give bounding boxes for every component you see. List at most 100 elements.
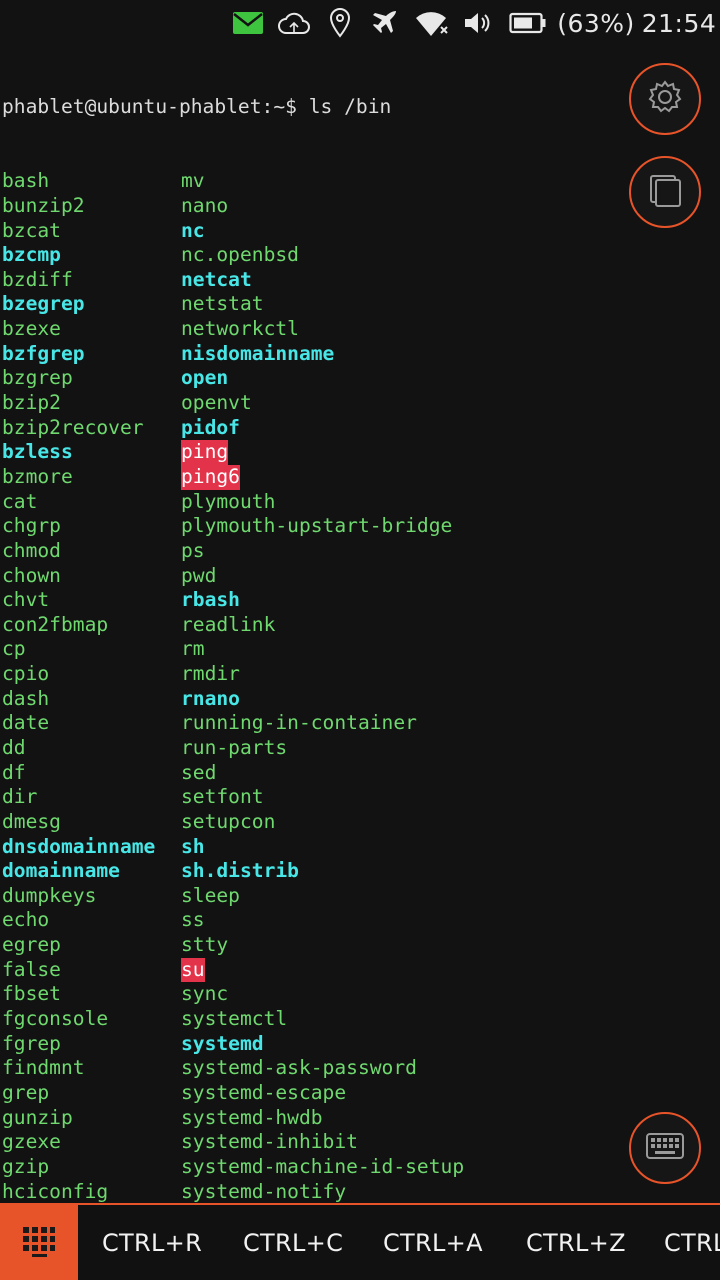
- terminal-output[interactable]: phablet@ubuntu-phablet:~$ ls /bin bash mv…: [2, 46, 718, 1276]
- file-entry: bzcat: [2, 218, 61, 242]
- status-bar: (63%) 21:54: [0, 0, 720, 46]
- file-entry: stty: [181, 933, 229, 957]
- airplane-icon: [368, 8, 400, 38]
- file-entry: rbash: [181, 588, 240, 612]
- file-entry: grep: [2, 1080, 50, 1104]
- windows-button[interactable]: [629, 156, 701, 228]
- ls-row: egrep stty: [2, 933, 718, 958]
- ls-row: dd run-parts: [2, 736, 718, 761]
- file-entry: dash: [2, 686, 50, 710]
- file-entry: sh.distrib: [181, 859, 299, 883]
- shortcut-ctrl-partial[interactable]: CTRL+: [664, 1205, 720, 1280]
- ls-row: grep systemd-escape: [2, 1081, 718, 1106]
- file-entry: bzfgrep: [2, 341, 85, 365]
- ls-row: bash mv: [2, 169, 718, 194]
- file-entry: egrep: [2, 933, 61, 957]
- file-entry: bzip2recover: [2, 415, 144, 439]
- location-icon: [327, 8, 353, 38]
- ls-row: dumpkeys sleep: [2, 884, 718, 909]
- file-entry: setupcon: [181, 809, 276, 833]
- battery-percentage: (63%): [557, 8, 635, 38]
- shortcut-ctrl-c[interactable]: CTRL+C: [243, 1205, 343, 1280]
- shortcut-ctrl-z[interactable]: CTRL+Z: [526, 1205, 626, 1280]
- file-entry: nc.openbsd: [181, 243, 299, 267]
- file-entry: running-in-container: [181, 711, 417, 735]
- gear-icon: [647, 79, 683, 119]
- file-entry: openvt: [181, 391, 252, 415]
- shortcut-ctrl-r[interactable]: CTRL+R: [102, 1205, 202, 1280]
- file-entry: dd: [2, 736, 26, 759]
- settings-button[interactable]: [629, 63, 701, 135]
- file-entry: systemd-inhibit: [181, 1130, 358, 1154]
- ls-row: df sed: [2, 761, 718, 786]
- ls-row: cat plymouth: [2, 490, 718, 515]
- file-entry: fbset: [2, 982, 61, 1006]
- file-entry: chown: [2, 563, 61, 587]
- file-entry: findmnt: [2, 1056, 85, 1080]
- file-entry: rm: [181, 637, 205, 661]
- file-entry: systemd-hwdb: [181, 1105, 323, 1129]
- file-entry: bzless: [2, 440, 73, 464]
- ls-row: hciconfig systemd-notify: [2, 1180, 718, 1205]
- file-entry: domainname: [2, 859, 120, 883]
- file-entry: pwd: [181, 563, 217, 587]
- ls-row: bzip2recover pidof: [2, 416, 718, 441]
- file-entry: systemd: [181, 1031, 264, 1055]
- file-entry: chgrp: [2, 514, 61, 538]
- file-entry: systemd-escape: [181, 1080, 347, 1104]
- file-entry: cat: [2, 489, 38, 513]
- shortcut-ctrl-a[interactable]: CTRL+A: [383, 1205, 483, 1280]
- file-entry: rmdir: [181, 662, 240, 686]
- file-entry: mv: [181, 169, 205, 193]
- ls-row: fgconsole systemctl: [2, 1007, 718, 1032]
- file-entry: dmesg: [2, 809, 61, 833]
- file-entry: sh: [181, 834, 205, 858]
- shortcut-menu-button[interactable]: [0, 1205, 78, 1280]
- ls-row: bzless ping: [2, 440, 718, 465]
- windows-icon: [647, 172, 683, 212]
- file-entry: dir: [2, 785, 38, 809]
- file-entry: systemctl: [181, 1007, 288, 1031]
- ls-row: domainname sh.distrib: [2, 859, 718, 884]
- ls-row: gzip systemd-machine-id-setup: [2, 1155, 718, 1180]
- file-entry: networkctl: [181, 317, 299, 341]
- ls-row: chvt rbash: [2, 588, 718, 613]
- file-entry: ps: [181, 538, 205, 562]
- file-entry: pidof: [181, 415, 240, 439]
- keyboard-button[interactable]: [629, 1112, 701, 1184]
- file-entry: bzegrep: [2, 292, 85, 316]
- file-entry: bzgrep: [2, 366, 73, 390]
- ls-row: dnsdomainname sh: [2, 835, 718, 860]
- file-entry: con2fbmap: [2, 612, 109, 636]
- file-entry: false: [2, 957, 61, 981]
- ls-row: con2fbmap readlink: [2, 613, 718, 638]
- clock: 21:54: [641, 8, 717, 38]
- ls-row: gunzip systemd-hwdb: [2, 1106, 718, 1131]
- ls-row: bzip2 openvt: [2, 391, 718, 416]
- file-entry: sync: [181, 982, 229, 1006]
- file-entry: bzexe: [2, 317, 61, 341]
- ls-row: findmnt systemd-ask-password: [2, 1056, 718, 1081]
- file-entry: date: [2, 711, 50, 735]
- ls-row: dir setfont: [2, 785, 718, 810]
- file-entry: netcat: [181, 267, 252, 291]
- ls-row: fbset sync: [2, 982, 718, 1007]
- file-entry: bzmore: [2, 464, 73, 488]
- file-entry: bzcmp: [2, 243, 61, 267]
- file-entry: cp: [2, 637, 26, 661]
- file-entry: nc: [181, 218, 205, 242]
- ls-row: bzgrep open: [2, 366, 718, 391]
- ls-listing: bash mv bunzip2 nano bzcat nc bzcmp nc.openbsd b…: [2, 169, 718, 1278]
- ls-row: dash rnano: [2, 687, 718, 712]
- keyboard-icon: [646, 1133, 684, 1163]
- file-entry: systemd-ask-password: [181, 1056, 417, 1080]
- file-entry: dnsdomainname: [2, 834, 156, 858]
- file-entry: gzexe: [2, 1130, 61, 1154]
- battery-icon: [508, 8, 548, 38]
- ls-row: chown pwd: [2, 564, 718, 589]
- file-entry: systemd-machine-id-setup: [181, 1154, 465, 1178]
- file-entry: run-parts: [181, 736, 288, 759]
- ls-row: date running-in-container: [2, 711, 718, 736]
- ls-row: bzdiff netcat: [2, 268, 718, 293]
- file-entry: chmod: [2, 538, 61, 562]
